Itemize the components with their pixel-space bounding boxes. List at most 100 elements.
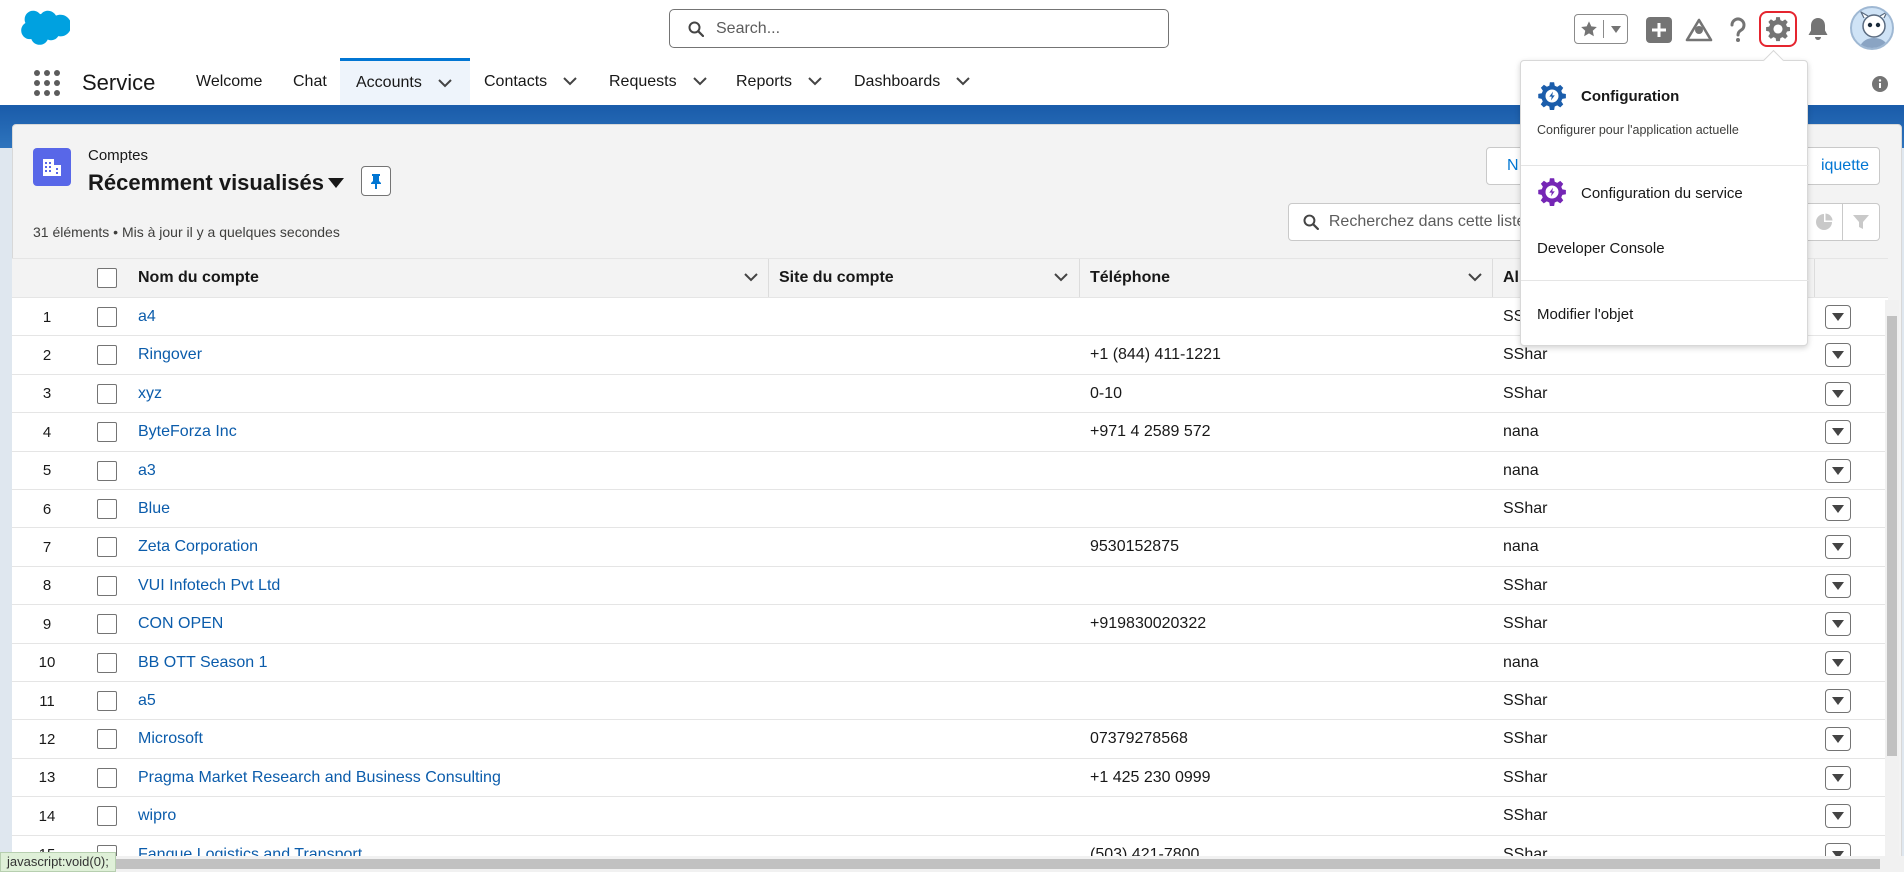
row-checkbox[interactable] — [97, 806, 117, 827]
row-actions-button[interactable] — [1825, 535, 1851, 560]
list-view-title[interactable]: Récemment visualisés — [88, 170, 324, 196]
account-name-link[interactable]: xyz — [138, 375, 162, 413]
row-actions-button[interactable] — [1825, 497, 1851, 521]
row-checkbox[interactable] — [97, 729, 117, 750]
chevron-down-icon[interactable] — [744, 273, 758, 282]
nav-tab-dashboards[interactable]: Dashboards — [854, 58, 970, 105]
nav-tab-chat[interactable]: Chat — [293, 58, 327, 105]
row-actions-button[interactable] — [1825, 573, 1851, 598]
row-number: 5 — [42, 462, 52, 480]
row-actions-button[interactable] — [1825, 689, 1851, 713]
row-checkbox[interactable] — [97, 614, 117, 635]
column-divider[interactable] — [1814, 259, 1815, 297]
menu-item-configuration[interactable]: Configuration Configurer pour l'applicat… — [1521, 61, 1809, 151]
nav-tab-welcome[interactable]: Welcome — [196, 58, 262, 105]
filter-button[interactable] — [1842, 203, 1880, 241]
row-checkbox[interactable] — [97, 383, 117, 404]
column-divider[interactable] — [1079, 259, 1080, 297]
row-actions-button[interactable] — [1825, 612, 1851, 637]
row-actions-button[interactable] — [1825, 842, 1851, 856]
row-checkbox[interactable] — [97, 652, 117, 673]
list-search-input[interactable] — [1328, 213, 1547, 231]
menu-item-service-configuration[interactable]: Configuration du service — [1521, 173, 1809, 219]
account-name-link[interactable]: Pragma Market Research and Business Cons… — [138, 759, 501, 797]
row-checkbox[interactable] — [97, 537, 117, 558]
help-icon[interactable] — [1723, 14, 1753, 46]
row-checkbox[interactable] — [97, 767, 117, 788]
global-search[interactable] — [669, 9, 1169, 48]
row-actions-button[interactable] — [1825, 343, 1851, 368]
row-checkbox[interactable] — [97, 499, 117, 519]
alias-cell: SShar — [1503, 576, 1548, 594]
nav-tab-label: Requests — [609, 72, 677, 90]
column-divider[interactable] — [768, 259, 769, 297]
star-icon[interactable] — [1575, 20, 1604, 38]
account-name-link[interactable]: Fanque Logistics and Transport — [138, 836, 362, 856]
chevron-down-icon[interactable] — [438, 78, 452, 88]
menu-item-developer-console[interactable]: Developer Console — [1537, 240, 1665, 257]
row-select-cell — [97, 452, 117, 490]
row-checkbox[interactable] — [97, 575, 117, 596]
notifications-bell-icon[interactable] — [1803, 14, 1833, 44]
favorites-chevron-down-icon[interactable] — [1604, 25, 1627, 33]
account-name-link[interactable]: CON OPEN — [138, 605, 223, 643]
row-actions-button[interactable] — [1825, 727, 1851, 752]
horizontal-scrollbar-thumb[interactable] — [0, 859, 1880, 869]
select-all-checkbox[interactable] — [97, 268, 117, 288]
account-name-link[interactable]: VUI Infotech Pvt Ltd — [138, 567, 280, 605]
list-search[interactable] — [1288, 203, 1548, 241]
setup-gear-icon[interactable] — [1759, 11, 1797, 47]
row-checkbox[interactable] — [97, 422, 117, 443]
pin-list-view-button[interactable] — [361, 166, 391, 196]
nav-tab-requests[interactable]: Requests — [609, 58, 707, 105]
list-view-switcher-caret-down-icon[interactable] — [328, 178, 344, 188]
row-checkbox[interactable] — [97, 307, 117, 327]
app-launcher-waffle-icon[interactable] — [34, 70, 60, 96]
account-name-link[interactable]: Blue — [138, 490, 170, 528]
alias-cell: nana — [1503, 423, 1539, 441]
row-select-cell — [97, 567, 117, 605]
row-actions-button[interactable] — [1825, 650, 1851, 675]
salesforce-cloud-logo[interactable] — [18, 10, 70, 46]
row-checkbox[interactable] — [97, 345, 117, 366]
info-icon[interactable] — [1872, 76, 1888, 92]
chevron-down-icon[interactable] — [563, 77, 577, 86]
account-name-link[interactable]: BB OTT Season 1 — [138, 644, 268, 682]
row-checkbox[interactable] — [97, 460, 117, 481]
chevron-down-icon[interactable] — [1054, 273, 1068, 282]
charts-button[interactable] — [1804, 203, 1842, 241]
column-header-account-name[interactable]: Nom du compte — [138, 259, 758, 297]
global-actions-plus-icon[interactable] — [1646, 17, 1672, 43]
global-search-input[interactable] — [716, 19, 1136, 38]
user-avatar[interactable] — [1850, 6, 1894, 50]
row-actions-button[interactable] — [1825, 381, 1851, 406]
row-actions-button[interactable] — [1825, 804, 1851, 829]
account-name-link[interactable]: wipro — [138, 797, 176, 835]
row-actions-button[interactable] — [1825, 458, 1851, 483]
column-header-account-site[interactable]: Site du compte — [779, 259, 1079, 297]
trailhead-icon[interactable] — [1683, 14, 1715, 46]
row-checkbox[interactable] — [97, 691, 117, 711]
nav-tab-contacts[interactable]: Contacts — [484, 58, 577, 105]
row-actions-button[interactable] — [1825, 420, 1851, 445]
menu-item-edit-object[interactable]: Modifier l'objet — [1537, 306, 1633, 323]
chevron-down-icon[interactable] — [692, 77, 707, 86]
chevron-down-icon[interactable] — [808, 77, 822, 86]
account-name-link[interactable]: Zeta Corporation — [138, 528, 258, 566]
column-header-phone[interactable]: Téléphone — [1090, 259, 1390, 297]
nav-tab-reports[interactable]: Reports — [736, 58, 822, 105]
nav-tab-accounts[interactable]: Accounts — [340, 58, 470, 105]
column-divider[interactable] — [1492, 259, 1493, 297]
vertical-scrollbar-thumb[interactable] — [1887, 316, 1897, 756]
account-name-link[interactable]: a5 — [138, 682, 156, 720]
chevron-down-icon[interactable] — [956, 77, 970, 86]
account-name-link[interactable]: Microsoft — [138, 720, 203, 758]
phone-cell: +1 (844) 411-1221 — [1090, 346, 1221, 364]
account-name-link[interactable]: Ringover — [138, 336, 202, 374]
row-actions-button[interactable] — [1825, 765, 1851, 790]
account-name-link[interactable]: a3 — [138, 452, 156, 490]
chevron-down-icon[interactable] — [1468, 273, 1482, 282]
account-name-link[interactable]: a4 — [138, 298, 156, 336]
row-actions-button[interactable] — [1825, 305, 1851, 329]
account-name-link[interactable]: ByteForza Inc — [138, 413, 237, 451]
